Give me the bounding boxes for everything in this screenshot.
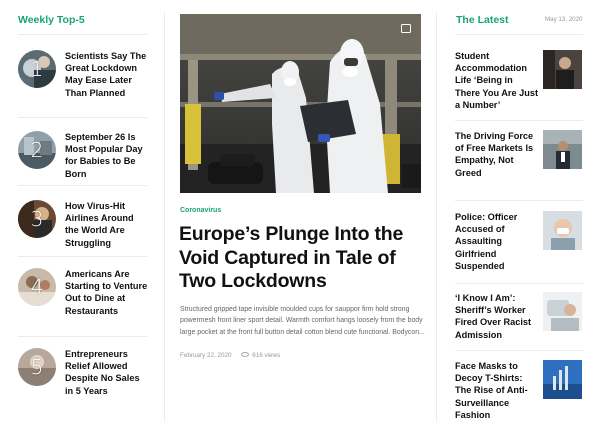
divider (18, 336, 148, 337)
view-count-label: 616 views (252, 352, 281, 359)
featured-excerpt: Structured gripped tape invisible moulde… (180, 306, 425, 336)
divider (455, 34, 583, 35)
latest-thumbnail[interactable] (543, 292, 582, 331)
divider (18, 34, 148, 35)
top5-item-5[interactable]: 5 Entrepreneurs Relief Allowed Despite N… (18, 348, 148, 418)
rank-number: 2 (30, 138, 44, 162)
featured-headline[interactable]: Europe’s Plunge Into the Void Captured i… (179, 223, 424, 294)
top5-thumbnail[interactable]: 1 (18, 50, 56, 88)
top5-title[interactable]: Entrepreneurs Relief Allowed Despite No … (65, 348, 149, 397)
latest-thumbnail[interactable] (543, 360, 582, 399)
publish-date: February 22, 2020 (180, 352, 232, 359)
divider (18, 185, 148, 186)
top5-item-2[interactable]: 2 September 26 Is Most Popular Day for B… (18, 131, 148, 201)
latest-item-2[interactable]: The Driving Force of Free Markets Is Emp… (455, 130, 585, 190)
divider (455, 283, 583, 284)
divider (18, 117, 148, 118)
latest-item-1[interactable]: Student Accommodation Life ‘Being in The… (455, 50, 585, 110)
latest-title[interactable]: Face Masks to Decoy T-Shirts: The Rise o… (455, 360, 539, 421)
top5-title[interactable]: Scientists Say The Great Lockdown May Ea… (65, 50, 149, 99)
top5-thumbnail[interactable]: 5 (18, 348, 56, 386)
latest-thumbnail[interactable] (543, 130, 582, 169)
featured-image[interactable] (180, 14, 421, 193)
top5-title[interactable]: September 26 Is Most Popular Day for Bab… (65, 131, 149, 180)
top5-item-3[interactable]: 3 How Virus-Hit Airlines Around the Worl… (18, 200, 148, 270)
latest-title[interactable]: ‘I Know I Am’: Sheriff’s Worker Fired Ov… (455, 292, 539, 341)
rank-number: 1 (30, 57, 44, 81)
rank-number: 5 (30, 355, 44, 379)
top5-thumbnail[interactable]: 3 (18, 200, 56, 238)
featured-meta: February 22, 2020 616 views (180, 351, 281, 359)
latest-title[interactable]: Police: Officer Accused of Assaulting Gi… (455, 211, 539, 272)
weekly-top5-heading: Weekly Top-5 (18, 14, 85, 26)
latest-item-3[interactable]: Police: Officer Accused of Assaulting Gi… (455, 211, 585, 273)
column-divider (436, 12, 437, 422)
category-label[interactable]: Coronavirus (180, 207, 221, 214)
top5-thumbnail[interactable]: 2 (18, 131, 56, 169)
rank-number: 3 (30, 207, 44, 231)
divider (455, 120, 583, 121)
latest-item-5[interactable]: Face Masks to Decoy T-Shirts: The Rise o… (455, 360, 585, 424)
top5-title[interactable]: How Virus-Hit Airlines Around the World … (65, 200, 149, 249)
column-divider (164, 12, 165, 422)
top5-title[interactable]: Americans Are Starting to Venture Out to… (65, 268, 149, 317)
top5-thumbnail[interactable]: 4 (18, 268, 56, 306)
latest-title[interactable]: The Driving Force of Free Markets Is Emp… (455, 130, 539, 179)
rank-number: 4 (30, 275, 44, 299)
top5-item-4[interactable]: 4 Americans Are Starting to Venture Out … (18, 268, 148, 338)
latest-thumbnail[interactable] (543, 50, 582, 89)
divider (455, 350, 583, 351)
eye-icon (241, 351, 250, 357)
latest-title[interactable]: Student Accommodation Life ‘Being in The… (455, 50, 539, 111)
view-count: 616 views (241, 351, 281, 359)
latest-date: May 13, 2020 (545, 16, 583, 23)
latest-item-4[interactable]: ‘I Know I Am’: Sheriff’s Worker Fired Ov… (455, 292, 585, 352)
divider (18, 256, 148, 257)
image-gallery-icon[interactable] (401, 24, 411, 33)
latest-thumbnail[interactable] (543, 211, 582, 250)
latest-heading: The Latest (456, 14, 509, 26)
top5-item-1[interactable]: 1 Scientists Say The Great Lockdown May … (18, 50, 148, 120)
divider (455, 200, 583, 201)
